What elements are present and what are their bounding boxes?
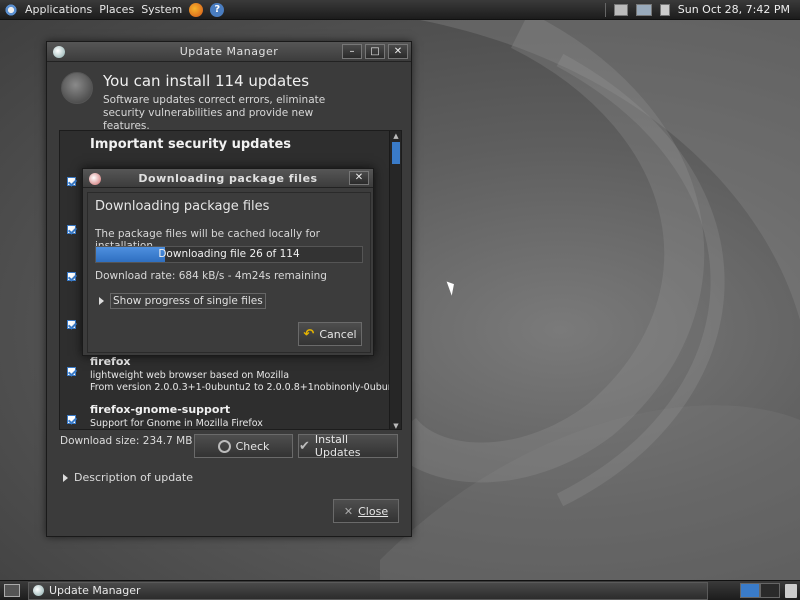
updates-count-title: You can install 114 updates xyxy=(103,72,310,90)
workspace-1[interactable] xyxy=(740,583,760,598)
package-version: From version 2.0.0.3+1-0ubuntu2 to 2.0.0… xyxy=(90,382,402,393)
dialog-heading: Downloading package files xyxy=(95,199,270,214)
update-globe-icon xyxy=(61,72,93,104)
update-checkbox[interactable] xyxy=(67,320,76,329)
update-checkbox[interactable] xyxy=(67,272,76,281)
single-files-expander[interactable]: Show progress of single files xyxy=(99,293,266,309)
window-titlebar[interactable]: Update Manager – □ ✕ xyxy=(47,42,411,62)
show-desktop-icon[interactable] xyxy=(4,584,20,597)
cancel-button-label: Cancel xyxy=(319,327,357,341)
workspace-switcher[interactable] xyxy=(740,583,780,598)
install-updates-button[interactable]: ✔ Install Updates xyxy=(298,433,398,459)
taskbar-update-manager[interactable]: Update Manager xyxy=(28,581,708,600)
list-section-heading: Important security updates xyxy=(90,137,292,152)
expander-arrow-icon xyxy=(63,473,68,482)
panel-separator xyxy=(604,2,606,17)
download-progress-bar: Downloading file 26 of 114 xyxy=(95,246,363,263)
close-button[interactable]: ✕ Close xyxy=(333,499,399,523)
update-notifier-icon[interactable] xyxy=(613,3,628,16)
list-scrollbar[interactable]: ▲ ▼ xyxy=(389,131,401,429)
dialog-title: Downloading package files xyxy=(138,171,318,185)
update-manager-icon xyxy=(53,46,65,58)
download-dialog: Downloading package files ✕ Downloading … xyxy=(82,168,374,356)
menu-system[interactable]: System xyxy=(141,3,182,16)
refresh-icon xyxy=(217,439,231,453)
close-window-button[interactable]: ✕ xyxy=(388,44,408,59)
update-checkbox[interactable] xyxy=(67,225,76,234)
scroll-up-icon[interactable]: ▲ xyxy=(390,131,401,141)
taskbar-task-label: Update Manager xyxy=(49,584,141,597)
ubuntu-logo-icon[interactable] xyxy=(4,2,18,17)
cancel-button[interactable]: ↶ Cancel xyxy=(298,322,362,346)
package-name: firefox xyxy=(90,355,131,368)
update-checkbox[interactable] xyxy=(67,367,76,376)
taskbar-app-icon xyxy=(33,585,44,596)
package-name: firefox-gnome-support xyxy=(90,403,231,416)
expander-arrow-icon xyxy=(99,297,104,305)
download-size: Download size: 234.7 MB xyxy=(60,435,193,447)
maximize-button[interactable]: □ xyxy=(365,44,385,59)
download-rate: Download rate: 684 kB/s - 4m24s remainin… xyxy=(95,270,327,282)
close-button-label: Close xyxy=(358,504,389,518)
workspace-2[interactable] xyxy=(760,583,780,598)
package-description: Support for Gnome in Mozilla Firefox xyxy=(90,418,263,429)
menu-applications[interactable]: Applications xyxy=(25,3,92,16)
dialog-icon xyxy=(89,173,101,185)
volume-icon[interactable] xyxy=(659,3,670,16)
trash-icon[interactable] xyxy=(785,584,797,598)
menu-places[interactable]: Places xyxy=(99,3,134,16)
single-files-label: Show progress of single files xyxy=(110,293,266,309)
help-launcher-icon[interactable]: ? xyxy=(210,2,225,17)
package-description: lightweight web browser based on Mozilla xyxy=(90,370,290,381)
update-checkbox[interactable] xyxy=(67,415,76,424)
check-button[interactable]: Check xyxy=(194,434,293,458)
update-header: You can install 114 updates Software upd… xyxy=(61,72,363,133)
description-expander[interactable]: Description of update xyxy=(63,471,193,484)
scrollbar-thumb[interactable] xyxy=(392,142,400,164)
close-x-icon: ✕ xyxy=(343,504,354,518)
network-icon[interactable] xyxy=(635,3,652,16)
check-button-label: Check xyxy=(235,439,270,453)
firefox-launcher-icon[interactable] xyxy=(189,2,204,17)
dialog-titlebar[interactable]: Downloading package files ✕ xyxy=(83,169,373,188)
description-expander-label: Description of update xyxy=(74,471,194,484)
bottom-panel: Update Manager xyxy=(0,580,800,600)
update-checkbox[interactable] xyxy=(67,177,76,186)
checkmark-icon: ✔ xyxy=(299,438,310,454)
updates-description: Software updates correct errors, elimina… xyxy=(103,94,326,132)
install-button-label: Install Updates xyxy=(314,433,361,459)
dialog-close-button[interactable]: ✕ xyxy=(349,171,369,185)
progress-text: Downloading file 26 of 114 xyxy=(158,248,300,260)
top-panel: Applications Places System ? Sun Oct 28,… xyxy=(0,0,800,20)
minimize-button[interactable]: – xyxy=(342,44,362,59)
undo-arrow-icon: ↶ xyxy=(303,326,315,342)
clock[interactable]: Sun Oct 28, 7:42 PM xyxy=(678,3,790,16)
scroll-down-icon[interactable]: ▼ xyxy=(390,421,401,429)
